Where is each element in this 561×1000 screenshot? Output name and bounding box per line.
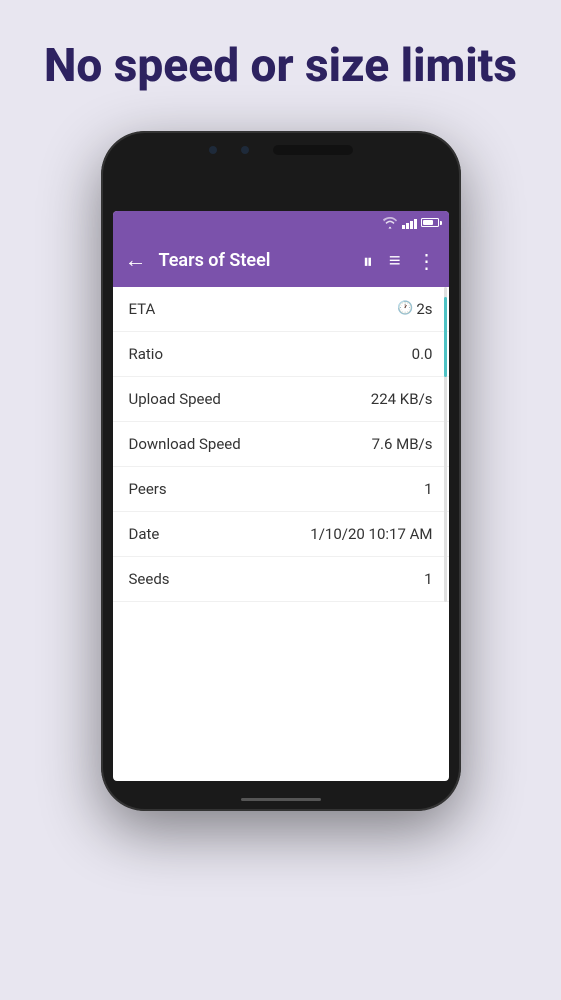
stat-label-download-speed: Download Speed: [129, 435, 241, 453]
home-indicator: [241, 798, 321, 801]
stat-value-peers: 1: [424, 480, 432, 498]
stat-row-ratio: Ratio 0.0: [113, 332, 449, 377]
status-icons: [382, 217, 439, 229]
stat-value-upload-speed: 224 KB/s: [371, 390, 433, 408]
stat-label-seeds: Seeds: [129, 570, 170, 588]
stat-label-date: Date: [129, 525, 160, 543]
content-area: ETA 🕐 2s Ratio 0.0 Upload Speed 224 KB/s…: [113, 287, 449, 602]
stat-label-eta: ETA: [129, 300, 156, 318]
stat-row-upload-speed: Upload Speed 224 KB/s: [113, 377, 449, 422]
stat-value-date: 1/10/20 10:17 AM: [310, 525, 432, 543]
battery-icon: [421, 218, 439, 227]
clock-icon: 🕐: [397, 301, 413, 316]
stat-label-peers: Peers: [129, 480, 167, 498]
phone-outer-shell: ← Tears of Steel ⏸ ≡ ⋮ ETA 🕐 2s: [101, 131, 461, 811]
phone-mockup: ← Tears of Steel ⏸ ≡ ⋮ ETA 🕐 2s: [101, 131, 461, 811]
back-button[interactable]: ←: [125, 250, 147, 272]
stat-row-peers: Peers 1: [113, 467, 449, 512]
app-toolbar: ← Tears of Steel ⏸ ≡ ⋮: [113, 235, 449, 287]
phone-screen: ← Tears of Steel ⏸ ≡ ⋮ ETA 🕐 2s: [113, 211, 449, 781]
wifi-icon: [382, 217, 398, 229]
camera-dot-mid: [241, 146, 249, 154]
stat-value-seeds: 1: [424, 570, 432, 588]
signal-icon: [402, 217, 417, 229]
stat-row-eta: ETA 🕐 2s: [113, 287, 449, 332]
stat-row-seeds: Seeds 1: [113, 557, 449, 602]
stat-row-date: Date 1/10/20 10:17 AM: [113, 512, 449, 557]
status-bar: [113, 211, 449, 235]
scrollbar[interactable]: [444, 297, 447, 377]
stat-value-eta: 🕐 2s: [397, 300, 432, 318]
speaker-grille: [273, 145, 353, 155]
toolbar-title: Tears of Steel: [159, 250, 351, 271]
stat-label-upload-speed: Upload Speed: [129, 390, 221, 408]
list-button[interactable]: ≡: [389, 248, 401, 273]
stat-value-download-speed: 7.6 MB/s: [372, 435, 433, 453]
toolbar-actions: ⏸ ≡ ⋮: [363, 248, 437, 273]
more-button[interactable]: ⋮: [417, 249, 437, 273]
page-headline: No speed or size limits: [4, 40, 557, 93]
stat-row-download-speed: Download Speed 7.6 MB/s: [113, 422, 449, 467]
pause-button[interactable]: ⏸: [363, 249, 373, 273]
stat-value-ratio: 0.0: [412, 345, 433, 363]
camera-dot-left: [209, 146, 217, 154]
phone-camera-area: [101, 145, 461, 155]
stat-label-ratio: Ratio: [129, 345, 164, 363]
